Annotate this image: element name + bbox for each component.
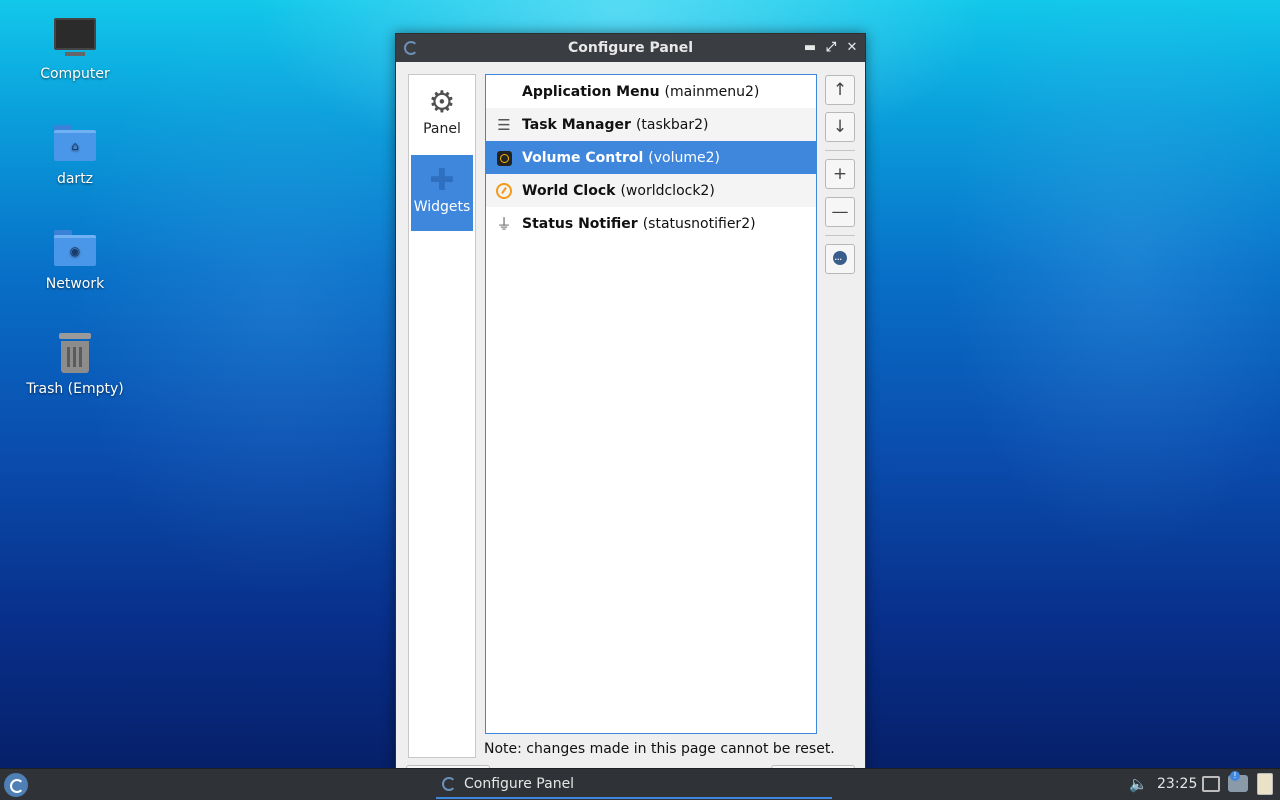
- widget-name: World Clock: [522, 182, 616, 199]
- widget-name: Volume Control: [522, 149, 644, 166]
- computer-icon: [51, 16, 99, 60]
- widget-id: (worldclock2): [620, 182, 715, 199]
- desktop-icon-label: Trash (Empty): [26, 381, 124, 397]
- widget-id: (volume2): [648, 149, 720, 166]
- maximize-button[interactable]: ⤢: [822, 38, 840, 58]
- network-folder-icon: ◉: [51, 226, 99, 270]
- configure-panel-dialog: Configure Panel ▬ ⤢ ✕ ⚙ Panel ✚ Widgets …: [395, 33, 866, 773]
- widget-name: Task Manager: [522, 116, 631, 133]
- taskbar-icon: ☰: [497, 115, 511, 134]
- move-up-button[interactable]: ↑: [825, 75, 855, 105]
- more-options-icon: [833, 246, 847, 274]
- volume-tray-icon[interactable]: 🔈: [1129, 775, 1148, 793]
- window-title: Configure Panel: [567, 40, 694, 56]
- widget-row-volume[interactable]: Volume Control (volume2): [486, 141, 816, 174]
- notification-tray-icon[interactable]: [1228, 771, 1248, 792]
- widget-list: Application Menu (mainmenu2) ☰ Task Mana…: [485, 74, 817, 734]
- titlebar[interactable]: Configure Panel ▬ ⤢ ✕: [396, 34, 865, 62]
- taskbar: Configure Panel 🔈 23:25: [0, 768, 1280, 800]
- widget-row-taskbar[interactable]: ☰ Task Manager (taskbar2): [486, 108, 816, 141]
- button-separator: [825, 150, 855, 151]
- close-button[interactable]: ✕: [843, 38, 861, 58]
- desktop-icon-label: Computer: [40, 66, 110, 82]
- gear-icon: ⚙: [428, 85, 456, 120]
- page-selector: ⚙ Panel ✚ Widgets: [408, 74, 476, 758]
- add-widget-button[interactable]: +: [825, 159, 855, 189]
- desktop-icon-network[interactable]: ◉ Network: [15, 226, 135, 292]
- page-widgets[interactable]: ✚ Widgets: [411, 155, 473, 231]
- clipboard-tray-icon[interactable]: [1257, 773, 1273, 795]
- widget-name: Application Menu: [522, 83, 660, 100]
- clock-icon: [486, 182, 522, 200]
- reset-note: Note: changes made in this page cannot b…: [484, 741, 835, 757]
- volume-icon: [486, 149, 522, 167]
- desktop-icon-computer[interactable]: Computer: [15, 16, 135, 82]
- widget-row-worldclock[interactable]: World Clock (worldclock2): [486, 174, 816, 207]
- widget-id: (taskbar2): [635, 116, 709, 133]
- clock[interactable]: 23:25: [1157, 776, 1197, 792]
- desktop-icon-home[interactable]: ⌂ dartz: [15, 121, 135, 187]
- button-separator: [825, 235, 855, 236]
- main-menu-icon[interactable]: [4, 773, 28, 797]
- desktop-icon-label: Network: [45, 276, 105, 292]
- task-label: Configure Panel: [464, 776, 575, 792]
- minimize-button[interactable]: ▬: [801, 38, 819, 58]
- widget-id: (mainmenu2): [664, 83, 760, 100]
- remove-widget-button[interactable]: —: [825, 197, 855, 227]
- page-panel-label: Panel: [423, 121, 461, 137]
- configure-widget-button[interactable]: [825, 244, 855, 274]
- desktop-icon-label: dartz: [56, 171, 94, 187]
- page-panel[interactable]: ⚙ Panel: [411, 77, 473, 153]
- widget-row-mainmenu[interactable]: Application Menu (mainmenu2): [486, 75, 816, 108]
- taskbar-task-configure-panel[interactable]: Configure Panel: [436, 769, 832, 799]
- desktop-icon-trash[interactable]: Trash (Empty): [15, 331, 135, 397]
- widget-row-statusnotifier[interactable]: ⏚ Status Notifier (statusnotifier2): [486, 207, 816, 240]
- widget-name: Status Notifier: [522, 215, 638, 232]
- network-tray-icon[interactable]: [1202, 776, 1220, 792]
- move-down-button[interactable]: ↓: [825, 112, 855, 142]
- lxqt-icon: [442, 777, 456, 791]
- home-folder-icon: ⌂: [51, 121, 99, 165]
- puzzle-icon: ✚: [429, 163, 455, 198]
- trash-icon: [51, 331, 99, 375]
- page-widgets-label: Widgets: [413, 199, 471, 215]
- usb-icon: ⏚: [496, 215, 512, 233]
- widget-id: (statusnotifier2): [642, 215, 756, 232]
